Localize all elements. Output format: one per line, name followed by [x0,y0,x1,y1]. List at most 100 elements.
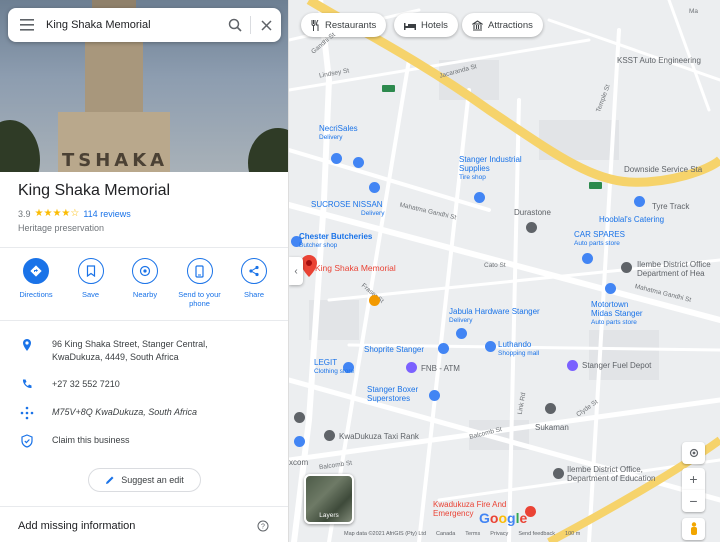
poi-label[interactable]: KwaDukuza Taxi Rank [339,432,419,441]
pegman-icon [690,522,697,535]
restaurants-chip[interactable]: Restaurants [301,13,387,37]
tree-left [0,120,40,172]
restaurant-icon [311,19,319,31]
landmark-pin-icon[interactable] [526,222,537,233]
nearby-button[interactable]: Nearby [119,258,171,308]
hotels-label: Hotels [421,19,448,31]
missing-info-heading: Add missing information [18,520,136,532]
map-attribution: Map data ©2021 AfriGIS (Pty) Ltd [344,531,427,537]
divider [0,247,288,248]
menu-icon[interactable] [8,8,46,42]
shop-pin-icon[interactable] [294,436,305,447]
atm-pin-icon[interactable] [406,362,417,373]
reviews-link[interactable]: 114 reviews [83,209,130,219]
zoom-out-button[interactable]: − [682,490,705,512]
suggest-edit-button[interactable]: Suggest an edit [88,468,201,492]
nearby-icon [139,265,151,277]
government-pin-icon[interactable] [553,468,564,479]
poi-label[interactable]: Jabula Hardware Stanger Delivery [449,307,540,325]
terms-link[interactable]: Terms [465,531,480,537]
shop-pin-icon[interactable] [634,196,645,207]
poi-label[interactable]: LEGIT Clothing store [314,358,354,376]
shield-check-icon [21,434,33,448]
place-title: King Shaka Memorial [18,182,171,199]
poi-label[interactable]: Shoprite Stanger [364,345,424,354]
shop-pin-icon[interactable] [438,343,449,354]
highway-shield [382,85,395,92]
layers-button[interactable]: Layers [304,474,354,524]
claim-business-row[interactable]: Claim this business [0,434,288,448]
poi-label[interactable]: CAR SPARES Auto parts store [574,230,625,248]
address-line-1: 96 King Shaka Street, Stanger Central, [52,339,208,349]
restaurants-label: Restaurants [325,19,377,31]
directions-button[interactable]: Directions [10,258,62,308]
attractions-chip[interactable]: Attractions [462,13,543,37]
help-icon[interactable]: ? [257,519,269,537]
privacy-link[interactable]: Privacy [490,531,508,537]
search-icon[interactable] [220,8,250,42]
pegman-button[interactable] [682,518,705,540]
directions-label: Directions [19,290,53,299]
shop-pin-icon[interactable] [353,157,364,168]
fuel-pin-icon[interactable] [567,360,578,371]
directions-icon [30,265,42,277]
landmark-pin-icon[interactable] [545,403,556,414]
poi-label[interactable]: NecriSales Delivery [319,124,358,142]
poi-label[interactable]: Chester Butcheries Butcher shop [299,232,372,250]
poi-label[interactable]: Motortown Midas Stanger Auto parts store [591,300,643,327]
poi-label[interactable]: Stanger Industrial Supplies Tire shop [459,155,522,182]
plus-code-row[interactable]: M75V+8Q KwaDukuza, South Africa [0,406,288,420]
collapse-panel-button[interactable]: ‹ [289,257,303,285]
selected-place-label[interactable]: King Shaka Memorial [315,264,396,273]
poi-label[interactable]: Hooblal's Catering [599,215,664,224]
plus-icon: + [689,471,698,487]
hardware-pin-icon[interactable] [456,328,467,339]
map-canvas[interactable]: Restaurants Hotels Attractions Gandhi St… [289,0,720,542]
poi-label[interactable]: Ilembe District Office Department of Hea [637,260,711,278]
bus-pin-icon[interactable] [324,430,335,441]
search-input[interactable]: King Shaka Memorial [46,19,220,31]
shop-pin-icon[interactable] [331,153,342,164]
poi-label[interactable]: Stanger Boxer Superstores [367,385,418,403]
divider [0,320,288,321]
auto-parts-pin-icon[interactable] [582,253,593,264]
hotels-chip[interactable]: Hotels [394,13,458,37]
save-button[interactable]: Save [65,258,117,308]
zoom-in-button[interactable]: + [682,468,705,490]
rating-row: 3.9 ★★★★☆ 114 reviews [18,208,131,219]
landmark-pin-icon[interactable] [294,412,305,423]
mall-pin-icon[interactable] [485,341,496,352]
shop-pin-icon[interactable] [474,192,485,203]
share-button[interactable]: Share [228,258,280,308]
poi-label[interactable]: Stanger Fuel Depot [582,361,651,370]
poi-label[interactable]: Durastone [514,208,551,217]
send-to-phone-button[interactable]: Send to your phone [174,258,226,308]
google-logo: Google [479,510,528,526]
address-row[interactable]: 96 King Shaka Street, Stanger Central, K… [0,338,288,364]
feedback-link[interactable]: Send feedback [518,531,555,537]
government-pin-icon[interactable] [621,262,632,273]
attractions-label: Attractions [488,19,533,31]
poi-label[interactable]: Downside Service Sta [624,165,702,174]
shop-pin-icon[interactable] [369,182,380,193]
poi-label[interactable]: Sukaman [535,423,569,432]
region-link[interactable]: Canada [436,531,455,537]
poi-label[interactable]: Luthando Shopping mall [498,340,539,358]
pencil-icon [106,476,114,484]
close-icon[interactable] [251,8,281,42]
shop-pin-icon[interactable] [429,390,440,401]
search-box[interactable]: King Shaka Memorial [8,8,281,42]
my-location-button[interactable] [682,442,705,464]
poi-label[interactable]: Tyre Track [652,202,689,211]
restaurant-pin-icon[interactable] [369,295,380,306]
divider [0,506,288,507]
poi-label[interactable]: Ilembe District Office, Department of Edu… [567,465,656,483]
poi-label[interactable]: xcom [289,458,308,467]
place-category[interactable]: Heritage preservation [18,223,104,233]
phone-row[interactable]: +27 32 552 7210 [0,378,288,391]
share-icon [249,265,259,277]
poi-label[interactable]: KSST Auto Engineering [617,56,701,65]
poi-label[interactable]: FNB - ATM [421,364,460,373]
auto-parts-pin-icon[interactable] [605,283,616,294]
poi-label[interactable]: SUCROSE NISSAN Delivery [311,200,384,218]
